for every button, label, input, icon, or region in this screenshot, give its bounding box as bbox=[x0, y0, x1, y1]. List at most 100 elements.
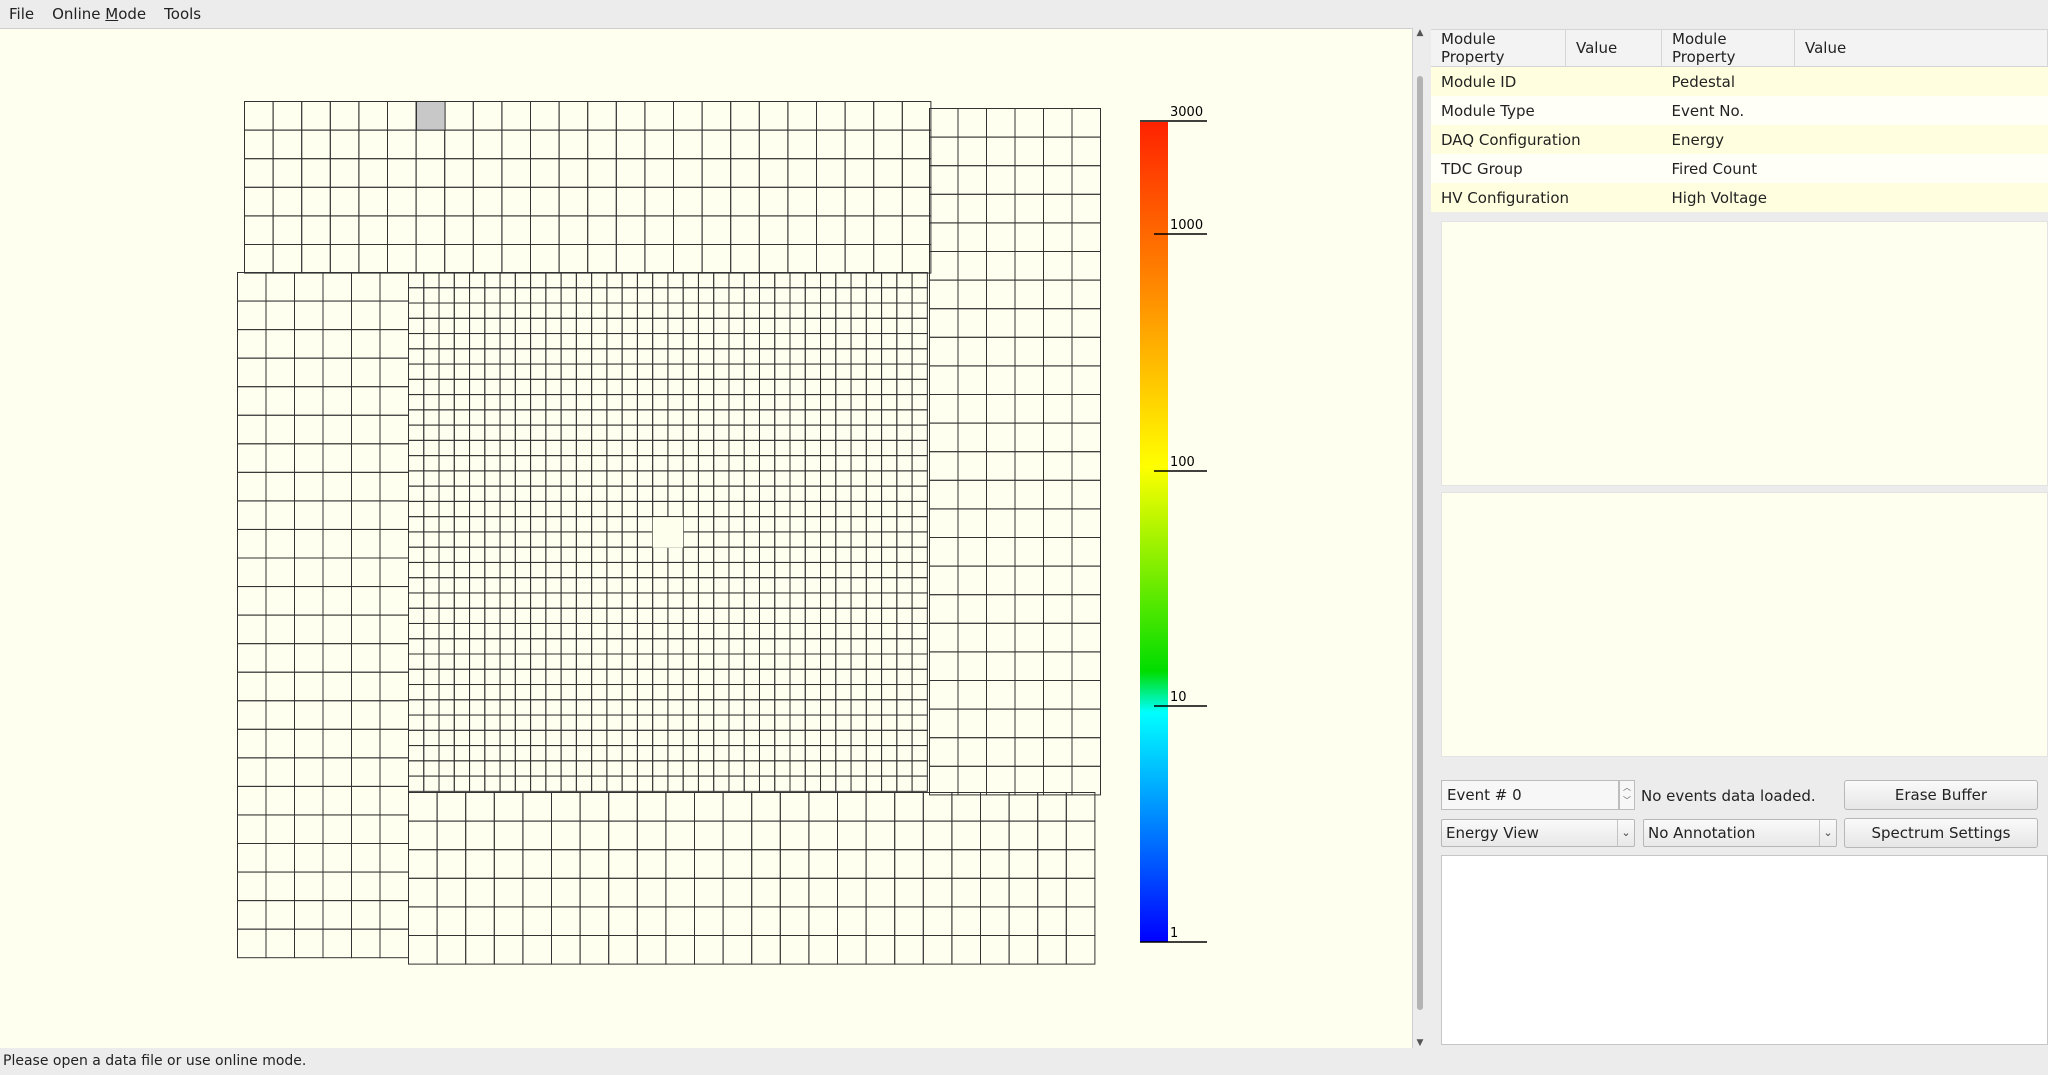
crystal-cell[interactable] bbox=[560, 531, 577, 548]
crystal-cell[interactable] bbox=[820, 272, 837, 289]
calorimeter-modules[interactable] bbox=[237, 101, 1101, 965]
module-cell[interactable] bbox=[865, 792, 896, 822]
log-output[interactable] bbox=[1441, 855, 2048, 1045]
crystal-cell[interactable] bbox=[911, 272, 928, 289]
crystal-cell[interactable] bbox=[896, 714, 913, 731]
module-cell[interactable] bbox=[636, 820, 667, 851]
crystal-cell[interactable] bbox=[423, 439, 440, 457]
crystal-cell[interactable] bbox=[469, 775, 486, 792]
module-cell[interactable] bbox=[1071, 479, 1101, 510]
crystal-cell[interactable] bbox=[865, 272, 883, 289]
crystal-cell[interactable] bbox=[820, 684, 837, 701]
crystal-cell[interactable] bbox=[453, 455, 471, 472]
crystal-cell[interactable] bbox=[896, 622, 913, 640]
module-cell[interactable] bbox=[237, 357, 267, 388]
crystal-cell[interactable] bbox=[545, 348, 562, 365]
crystal-cell[interactable] bbox=[728, 653, 745, 670]
module-cell[interactable] bbox=[379, 386, 409, 416]
crystal-cell[interactable] bbox=[575, 577, 593, 594]
crystal-cell[interactable] bbox=[789, 531, 806, 548]
crystal-cell[interactable] bbox=[621, 607, 638, 624]
crystal-cell[interactable] bbox=[865, 577, 883, 594]
crystal-cell[interactable] bbox=[667, 729, 684, 747]
module-cell[interactable] bbox=[265, 300, 295, 331]
crystal-cell[interactable] bbox=[758, 272, 776, 289]
crystal-cell[interactable] bbox=[682, 500, 699, 518]
crystal-cell[interactable] bbox=[697, 516, 715, 533]
crystal-cell[interactable] bbox=[865, 531, 883, 548]
crystal-cell[interactable] bbox=[758, 577, 776, 594]
crystal-cell[interactable] bbox=[667, 272, 684, 289]
crystal-cell[interactable] bbox=[636, 653, 654, 670]
crystal-cell[interactable] bbox=[484, 653, 501, 670]
module-cell[interactable] bbox=[294, 871, 324, 902]
crystal-cell[interactable] bbox=[713, 455, 730, 472]
module-cell[interactable] bbox=[379, 671, 409, 702]
module-cell[interactable] bbox=[294, 386, 324, 416]
crystal-cell[interactable] bbox=[530, 348, 547, 365]
crystal-cell[interactable] bbox=[743, 714, 760, 731]
crystal-cell[interactable] bbox=[652, 653, 669, 670]
crystal-cell[interactable] bbox=[835, 729, 852, 747]
crystal-cell[interactable] bbox=[636, 531, 654, 548]
crystal-cell[interactable] bbox=[606, 684, 623, 701]
module-cell[interactable] bbox=[587, 244, 617, 274]
module-cell[interactable] bbox=[351, 443, 381, 473]
crystal-cell[interactable] bbox=[621, 302, 638, 319]
crystal-cell[interactable] bbox=[911, 775, 928, 792]
crystal-cell[interactable] bbox=[667, 500, 684, 518]
crystal-cell[interactable] bbox=[820, 485, 837, 502]
module-cell[interactable] bbox=[1008, 906, 1039, 937]
crystal-cell[interactable] bbox=[453, 348, 471, 365]
crystal-cell[interactable] bbox=[423, 760, 440, 777]
crystal-cell[interactable] bbox=[621, 577, 638, 594]
module-cell[interactable] bbox=[929, 765, 959, 796]
crystal-cell[interactable] bbox=[789, 455, 806, 472]
crystal-cell[interactable] bbox=[575, 729, 593, 747]
crystal-cell[interactable] bbox=[713, 745, 730, 762]
crystal-cell[interactable] bbox=[545, 775, 562, 792]
crystal-cell[interactable] bbox=[850, 760, 867, 777]
module-cell[interactable] bbox=[1014, 651, 1044, 682]
module-cell[interactable] bbox=[1071, 165, 1101, 195]
crystal-cell[interactable] bbox=[865, 546, 883, 563]
crystal-cell[interactable] bbox=[820, 546, 837, 563]
crystal-cell[interactable] bbox=[408, 684, 425, 701]
crystal-cell[interactable] bbox=[469, 729, 486, 747]
crystal-cell[interactable] bbox=[423, 363, 440, 380]
crystal-cell[interactable] bbox=[758, 638, 776, 655]
crystal-cell[interactable] bbox=[911, 333, 928, 350]
crystal-cell[interactable] bbox=[850, 333, 867, 350]
module-cell[interactable] bbox=[265, 528, 295, 559]
module-cell[interactable] bbox=[929, 279, 959, 310]
module-cell[interactable] bbox=[694, 792, 724, 822]
crystal-cell[interactable] bbox=[636, 729, 654, 747]
module-cell[interactable] bbox=[957, 108, 987, 138]
module-cell[interactable] bbox=[1014, 451, 1044, 481]
crystal-cell[interactable] bbox=[621, 439, 638, 457]
module-cell[interactable] bbox=[265, 900, 295, 930]
module-cell[interactable] bbox=[837, 792, 867, 822]
crystal-cell[interactable] bbox=[881, 394, 898, 411]
crystal-cell[interactable] bbox=[560, 424, 577, 441]
crystal-cell[interactable] bbox=[789, 302, 806, 319]
module-cell[interactable] bbox=[272, 101, 303, 131]
crystal-cell[interactable] bbox=[606, 622, 623, 640]
module-cell[interactable] bbox=[1043, 708, 1073, 739]
crystal-cell[interactable] bbox=[789, 272, 806, 289]
crystal-cell[interactable] bbox=[652, 592, 669, 609]
module-cell[interactable] bbox=[1043, 394, 1073, 424]
crystal-cell[interactable] bbox=[697, 607, 715, 624]
module-cell[interactable] bbox=[929, 193, 959, 224]
module-cell[interactable] bbox=[751, 820, 781, 851]
crystal-cell[interactable] bbox=[408, 516, 425, 533]
module-cell[interactable] bbox=[1043, 165, 1073, 195]
crystal-cell[interactable] bbox=[652, 363, 669, 380]
crystal-cell[interactable] bbox=[789, 668, 806, 686]
crystal-cell[interactable] bbox=[484, 684, 501, 701]
module-cell[interactable] bbox=[986, 336, 1016, 367]
module-cell[interactable] bbox=[701, 244, 732, 274]
crystal-cell[interactable] bbox=[850, 729, 867, 747]
module-cell[interactable] bbox=[272, 244, 303, 274]
crystal-cell[interactable] bbox=[713, 714, 730, 731]
